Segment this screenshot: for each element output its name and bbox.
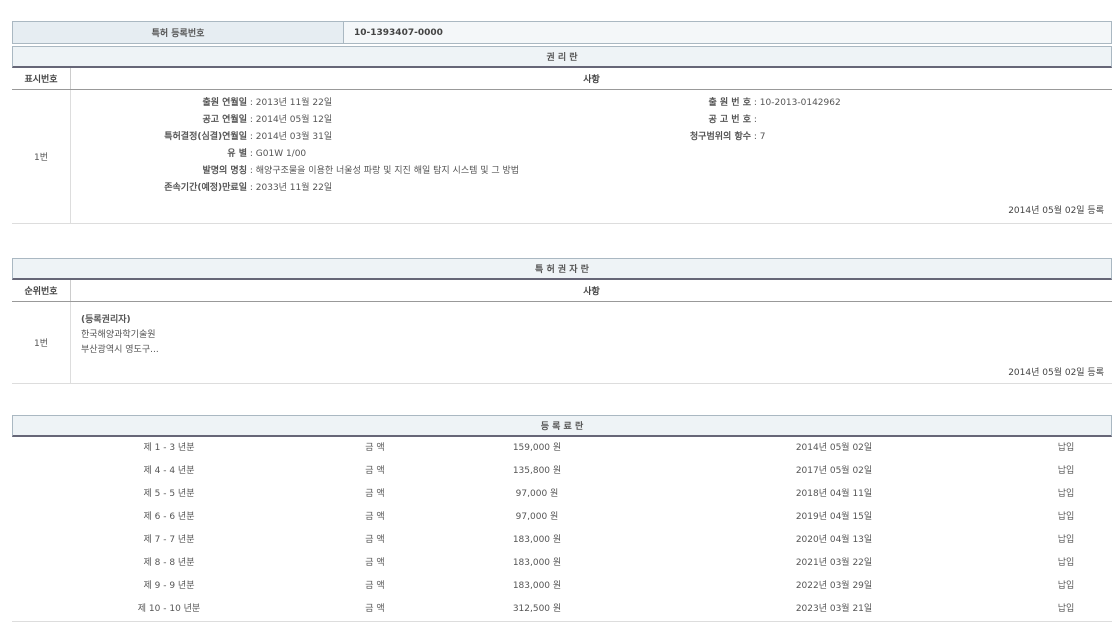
fee-status: 납입 <box>1058 460 1075 483</box>
fee-status: 납입 <box>1058 506 1075 529</box>
holder-name: 한국해양과학기술원 <box>81 328 159 343</box>
patent-number-header: 특허 등록번호 10-1393407-0000 <box>12 21 1112 44</box>
holders-row: 1번 (등록권리자) 한국해양과학기술원 부산광역시 영도구... 2014년 … <box>12 302 1112 384</box>
fee-amount: 183,000 원 <box>513 552 561 575</box>
fee-row: 제 7 - 7 년분 금 액 183,000 원 2020년 04월 13일 납입 <box>12 529 1112 552</box>
holders-row-no: 1번 <box>12 302 71 383</box>
claims-count: 청구범위의 항수 : 7 <box>631 129 766 146</box>
col-matter: 사항 <box>71 68 1112 89</box>
holders-reg-date: 2014년 05월 02일 등록 <box>1008 365 1104 378</box>
fee-date: 2014년 05월 02일 <box>796 437 872 460</box>
fee-date: 2021년 03월 22일 <box>796 552 872 575</box>
fee-amount: 183,000 원 <box>513 529 561 552</box>
fee-label: 금 액 <box>365 575 384 598</box>
expiry-date: 존속기간(예정)만료일 : 2033년 11월 22일 <box>71 180 332 197</box>
fee-amount: 97,000 원 <box>516 506 559 529</box>
fee-row: 제 8 - 8 년분 금 액 183,000 원 2021년 03월 22일 납입 <box>12 552 1112 575</box>
fee-date: 2022년 03월 29일 <box>796 575 872 598</box>
rights-title: 권 리 란 <box>12 46 1112 68</box>
fee-status: 납입 <box>1058 483 1075 506</box>
patent-number-value: 10-1393407-0000 <box>344 22 1111 43</box>
fee-row: 제 10 - 10 년분 금 액 312,500 원 2023년 03월 21일 납입 <box>12 598 1112 621</box>
holders-row-content: (등록권리자) 한국해양과학기술원 부산광역시 영도구... 2014년 05월… <box>71 302 1112 383</box>
pub-date: 공고 연월일 : 2014년 05월 12일 <box>71 112 332 129</box>
fee-label: 금 액 <box>365 598 384 621</box>
holders-section: 특 허 권 자 란 순위번호 사항 1번 (등록권리자) 한국해양과학기술원 부… <box>12 258 1112 384</box>
rights-header-row: 표시번호 사항 <box>12 68 1112 90</box>
fee-amount: 135,800 원 <box>513 460 561 483</box>
col-rank-no: 순위번호 <box>12 280 71 301</box>
rights-row-no: 1번 <box>12 90 71 223</box>
fees-title: 등 록 료 란 <box>12 415 1112 437</box>
classification: 유 별 : G01W 1/00 <box>71 146 306 163</box>
fee-amount: 159,000 원 <box>513 437 561 460</box>
app-number: 출 원 번 호 : 10-2013-0142962 <box>631 95 841 112</box>
fee-row: 제 1 - 3 년분 금 액 159,000 원 2014년 05월 02일 납입 <box>12 437 1112 460</box>
fee-period: 제 10 - 10 년분 <box>138 598 200 621</box>
fee-amount: 97,000 원 <box>516 483 559 506</box>
fee-date: 2018년 04월 11일 <box>796 483 872 506</box>
fee-period: 제 6 - 6 년분 <box>144 506 195 529</box>
fee-date: 2023년 03월 21일 <box>796 598 872 621</box>
decision-date: 특허결정(심결)연월일 : 2014년 03월 31일 <box>71 129 332 146</box>
fee-label: 금 액 <box>365 552 384 575</box>
fee-label: 금 액 <box>365 460 384 483</box>
fee-period: 제 5 - 5 년분 <box>144 483 195 506</box>
fee-status: 납입 <box>1058 552 1075 575</box>
pub-number: 공 고 번 호 : <box>631 112 760 129</box>
rights-section: 권 리 란 표시번호 사항 1번 출원 연월일 : 2013년 11월 22일 … <box>12 46 1112 224</box>
patent-number-label: 특허 등록번호 <box>13 22 344 43</box>
fee-row: 제 5 - 5 년분 금 액 97,000 원 2018년 04월 11일 납입 <box>12 483 1112 506</box>
col-display-no: 표시번호 <box>12 68 71 89</box>
fee-status: 납입 <box>1058 529 1075 552</box>
invention-title: 발명의 명칭 : 해양구조물을 이용한 너울성 파랑 및 지진 해일 탐지 시스… <box>71 163 519 180</box>
rights-row-content: 출원 연월일 : 2013년 11월 22일 공고 연월일 : 2014년 05… <box>71 90 1112 223</box>
fee-row: 제 4 - 4 년분 금 액 135,800 원 2017년 05월 02일 납입 <box>12 460 1112 483</box>
rights-reg-date: 2014년 05월 02일 등록 <box>1008 203 1104 216</box>
fee-status: 납입 <box>1058 437 1075 460</box>
fee-status: 납입 <box>1058 575 1075 598</box>
fee-row: 제 6 - 6 년분 금 액 97,000 원 2019년 04월 15일 납입 <box>12 506 1112 529</box>
fee-period: 제 4 - 4 년분 <box>144 460 195 483</box>
fee-period: 제 9 - 9 년분 <box>144 575 195 598</box>
fee-period: 제 8 - 8 년분 <box>144 552 195 575</box>
fee-status: 납입 <box>1058 598 1075 621</box>
rights-row: 1번 출원 연월일 : 2013년 11월 22일 공고 연월일 : 2014년… <box>12 90 1112 224</box>
holder-role: (등록권리자) <box>81 313 159 328</box>
fee-label: 금 액 <box>365 483 384 506</box>
fee-table: 제 1 - 3 년분금 액159,000 원2014년 05월 02일납입제 4… <box>12 437 1112 622</box>
fee-row: 제 9 - 9 년분 금 액 183,000 원 2022년 03월 29일 납입 <box>12 575 1112 598</box>
fee-date: 2017년 05월 02일 <box>796 460 872 483</box>
fee-label: 금 액 <box>365 437 384 460</box>
fee-amount: 183,000 원 <box>513 575 561 598</box>
holder-address: 부산광역시 영도구... <box>81 343 159 358</box>
fee-label: 금 액 <box>365 529 384 552</box>
holders-title: 특 허 권 자 란 <box>12 258 1112 280</box>
fee-date: 2020년 04월 13일 <box>796 529 872 552</box>
fee-date: 2019년 04월 15일 <box>796 506 872 529</box>
fee-period: 제 7 - 7 년분 <box>144 529 195 552</box>
fee-period: 제 1 - 3 년분 <box>144 437 195 460</box>
fee-amount: 312,500 원 <box>513 598 561 621</box>
app-date: 출원 연월일 : 2013년 11월 22일 <box>71 95 332 112</box>
holders-header-row: 순위번호 사항 <box>12 280 1112 302</box>
fee-label: 금 액 <box>365 506 384 529</box>
col-matter: 사항 <box>71 280 1112 301</box>
fees-section: 등 록 료 란 제 1 - 3 년분금 액159,000 원2014년 05월 … <box>12 415 1112 622</box>
